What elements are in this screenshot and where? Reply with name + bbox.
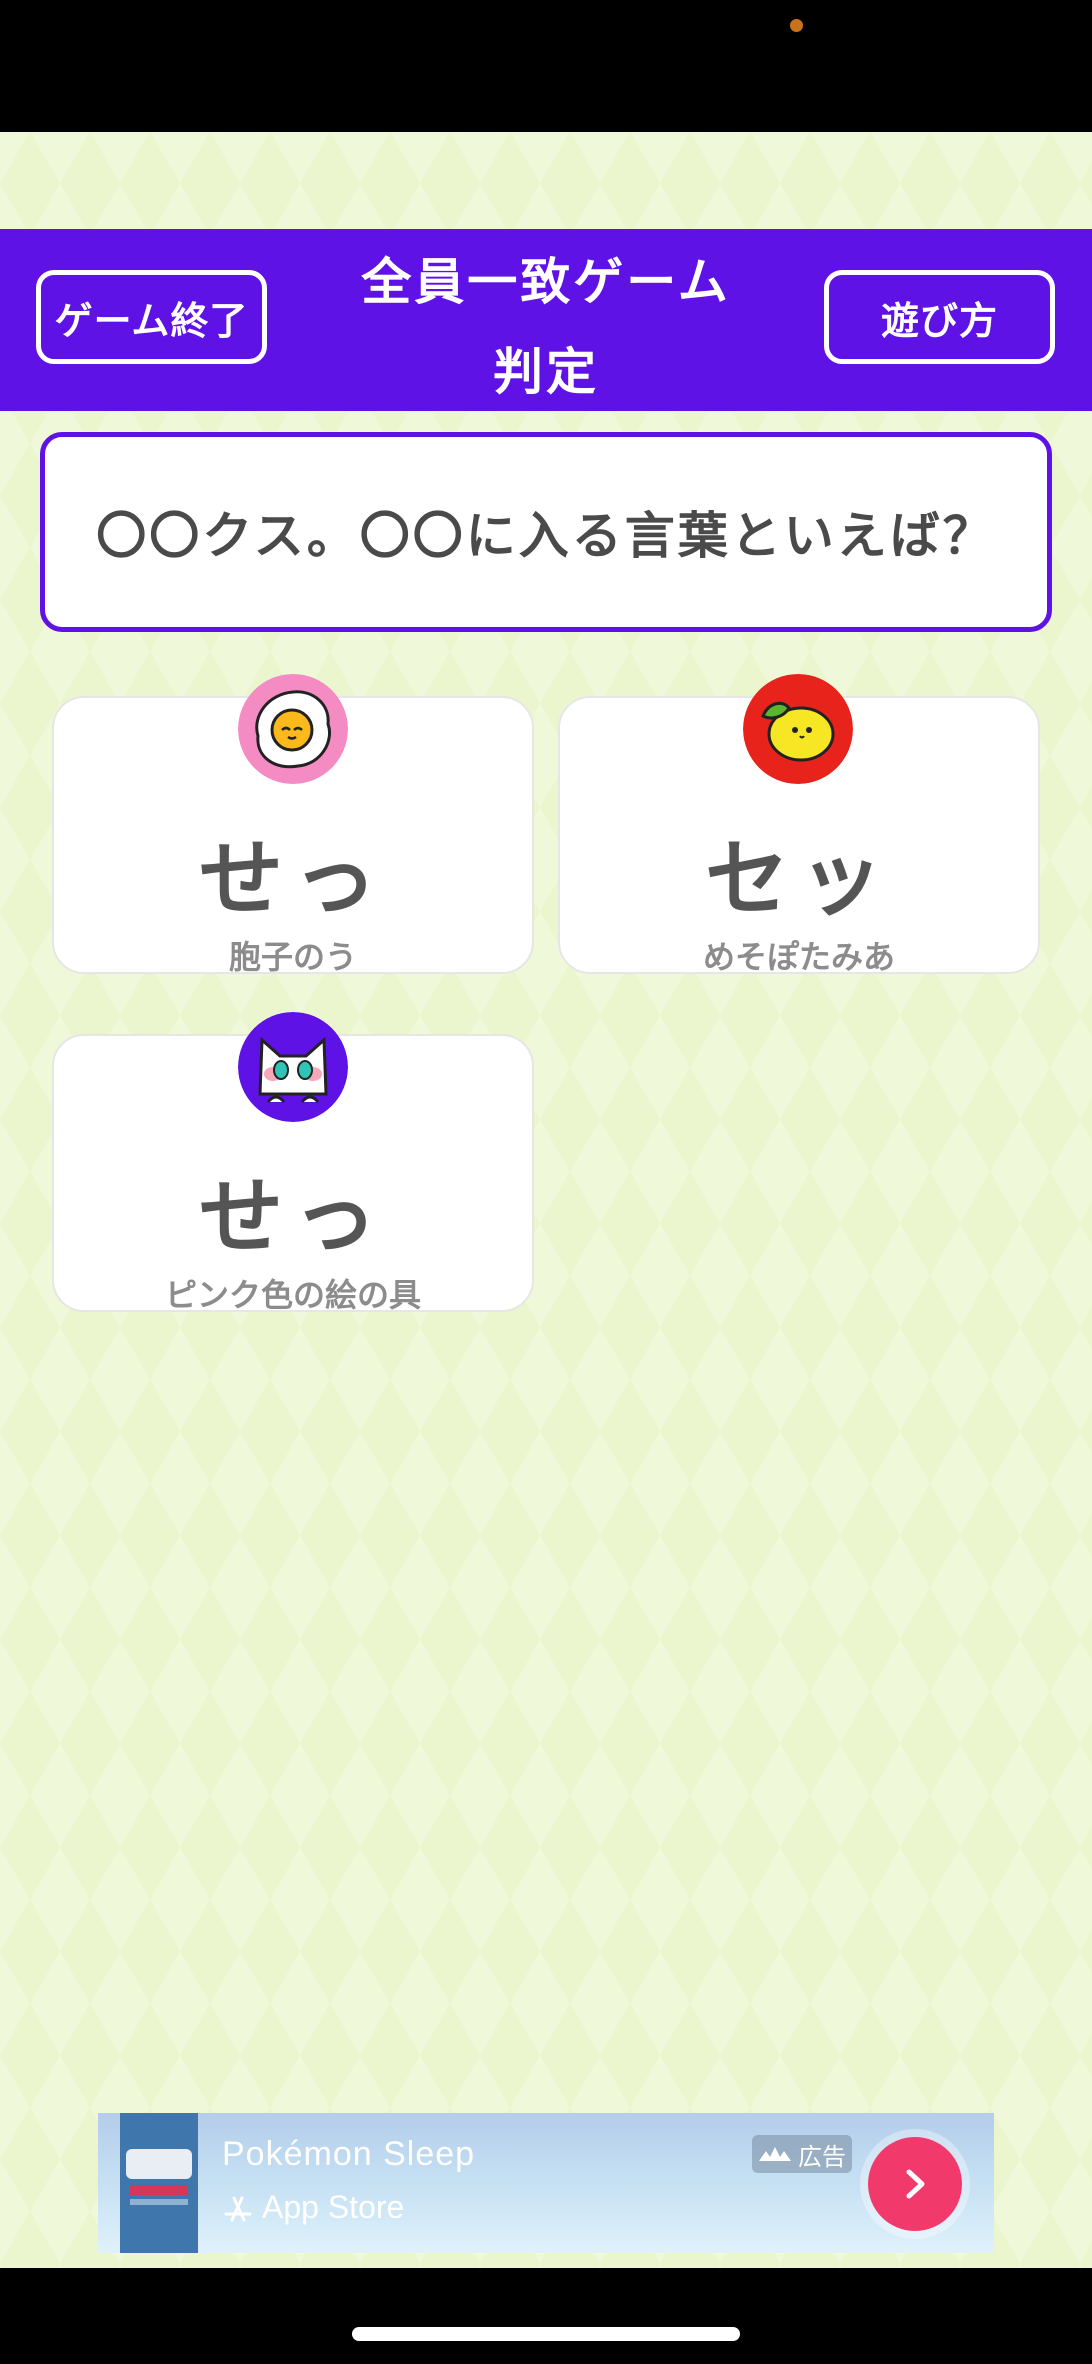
answer-text: せっ bbox=[198, 830, 387, 928]
header-bar: ゲーム終了 全員一致ゲーム 判定 遊び方 bbox=[0, 229, 1092, 411]
ad-title: Pokémon Sleep bbox=[222, 2135, 476, 2173]
bottom-bar bbox=[0, 2268, 1092, 2364]
ad-badge-label: 広告 bbox=[798, 2142, 846, 2171]
title-line-1: 全員一致ゲーム bbox=[361, 253, 731, 311]
home-indicator[interactable] bbox=[352, 2327, 740, 2341]
title-line-2: 判定 bbox=[493, 343, 599, 401]
chevron-right-icon bbox=[906, 2169, 925, 2199]
answer-text: セッ bbox=[704, 830, 893, 928]
ad-banner[interactable]: Pokémon Sleep App Store 広告 bbox=[98, 2113, 994, 2253]
player-name: 胞子のう bbox=[228, 938, 357, 976]
question-text: 〇〇クス。〇〇に入る言葉といえば？ bbox=[96, 507, 996, 565]
ad-store-label: App Store bbox=[222, 2189, 404, 2226]
player-name: ピンク色の絵の具 bbox=[164, 1276, 421, 1314]
ad-badge: 広告 bbox=[752, 2135, 852, 2173]
ad-open-button[interactable] bbox=[868, 2137, 962, 2231]
cat-icon bbox=[238, 1012, 348, 1122]
page-title: 全員一致ゲーム 判定 bbox=[300, 237, 792, 417]
question-box: 〇〇クス。〇〇に入る言葉といえば？ bbox=[40, 432, 1052, 632]
how-to-play-button[interactable]: 遊び方 bbox=[824, 270, 1055, 364]
ad-store-text: App Store bbox=[262, 2189, 405, 2225]
fried-egg-icon bbox=[238, 674, 348, 784]
app-store-icon bbox=[224, 2196, 252, 2221]
answer-text: せっ bbox=[198, 1168, 387, 1266]
ad-network-icon bbox=[759, 2147, 791, 2161]
lemon-icon bbox=[743, 674, 853, 784]
ad-app-thumbnail bbox=[120, 2113, 198, 2253]
player-name: めそぽたみあ bbox=[702, 938, 895, 976]
status-bar bbox=[0, 0, 1092, 132]
end-game-button[interactable]: ゲーム終了 bbox=[36, 270, 267, 364]
camera-indicator bbox=[790, 19, 803, 32]
